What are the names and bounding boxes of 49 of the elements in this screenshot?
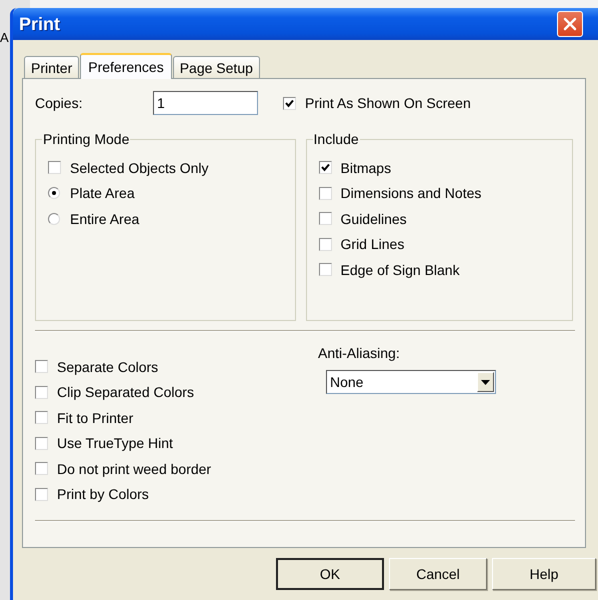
check-icon [320,163,330,172]
check-icon [285,98,294,108]
tab[interactable]: Preferences [80,53,172,79]
group-title: Include [312,131,360,147]
tab[interactable]: Printer [24,56,80,78]
checkbox[interactable] [318,263,332,276]
checkbox-label: Clip Separated Colors [57,384,194,400]
close-button[interactable] [557,11,583,37]
checkbox-label: Fit to Printer [57,410,134,426]
close-icon [563,17,577,31]
checkbox[interactable] [318,161,332,174]
checkbox-label: Dimensions and Notes [340,185,482,202]
checkbox[interactable] [35,411,48,424]
anti-aliasing-dropdown[interactable]: None [326,370,496,394]
dropdown-arrow-icon [481,380,490,384]
copies-field[interactable]: 1 [153,91,258,115]
checkbox-label: Separate Colors [57,358,158,375]
checkbox[interactable] [35,488,48,501]
checkbox-label: Guidelines [340,210,407,227]
checkbox[interactable] [318,238,332,251]
checkbox-label: Print by Colors [57,486,149,502]
checkbox[interactable] [35,436,48,450]
background-text: A [0,30,9,45]
checkbox-label: Print As Shown On Screen [305,95,471,111]
group-title: Printing Mode [42,131,130,147]
checkbox[interactable] [48,161,61,174]
checkbox-label: Grid Lines [340,236,404,252]
checkbox-label: Use TrueType Hint [57,435,173,452]
radio-label: Plate Area [70,185,135,202]
checkbox-label: Selected Objects Only [70,160,209,176]
radio-label: Entire Area [70,210,140,227]
dialog-button[interactable]: Help [492,558,596,590]
checkbox[interactable] [35,462,48,476]
tab[interactable]: Page Setup [172,56,260,78]
window-title: Print [19,14,62,34]
radio-button[interactable] [48,212,60,225]
copies-label: Copies: [35,95,84,111]
dialog-button[interactable]: Cancel [389,558,487,590]
dialog-button[interactable]: OK [276,558,384,590]
checkbox[interactable] [318,186,332,200]
anti-aliasing-label: Anti-Aliasing: [318,345,401,361]
checkbox[interactable] [318,212,332,226]
checkbox[interactable] [35,386,48,399]
checkbox-label: Edge of Sign Blank [340,262,460,278]
checkbox-label: Do not print weed border [57,460,212,477]
checkbox-label: Bitmaps [340,160,392,176]
checkbox[interactable] [283,96,296,110]
radio-button[interactable] [48,187,60,200]
checkbox[interactable] [35,360,48,374]
